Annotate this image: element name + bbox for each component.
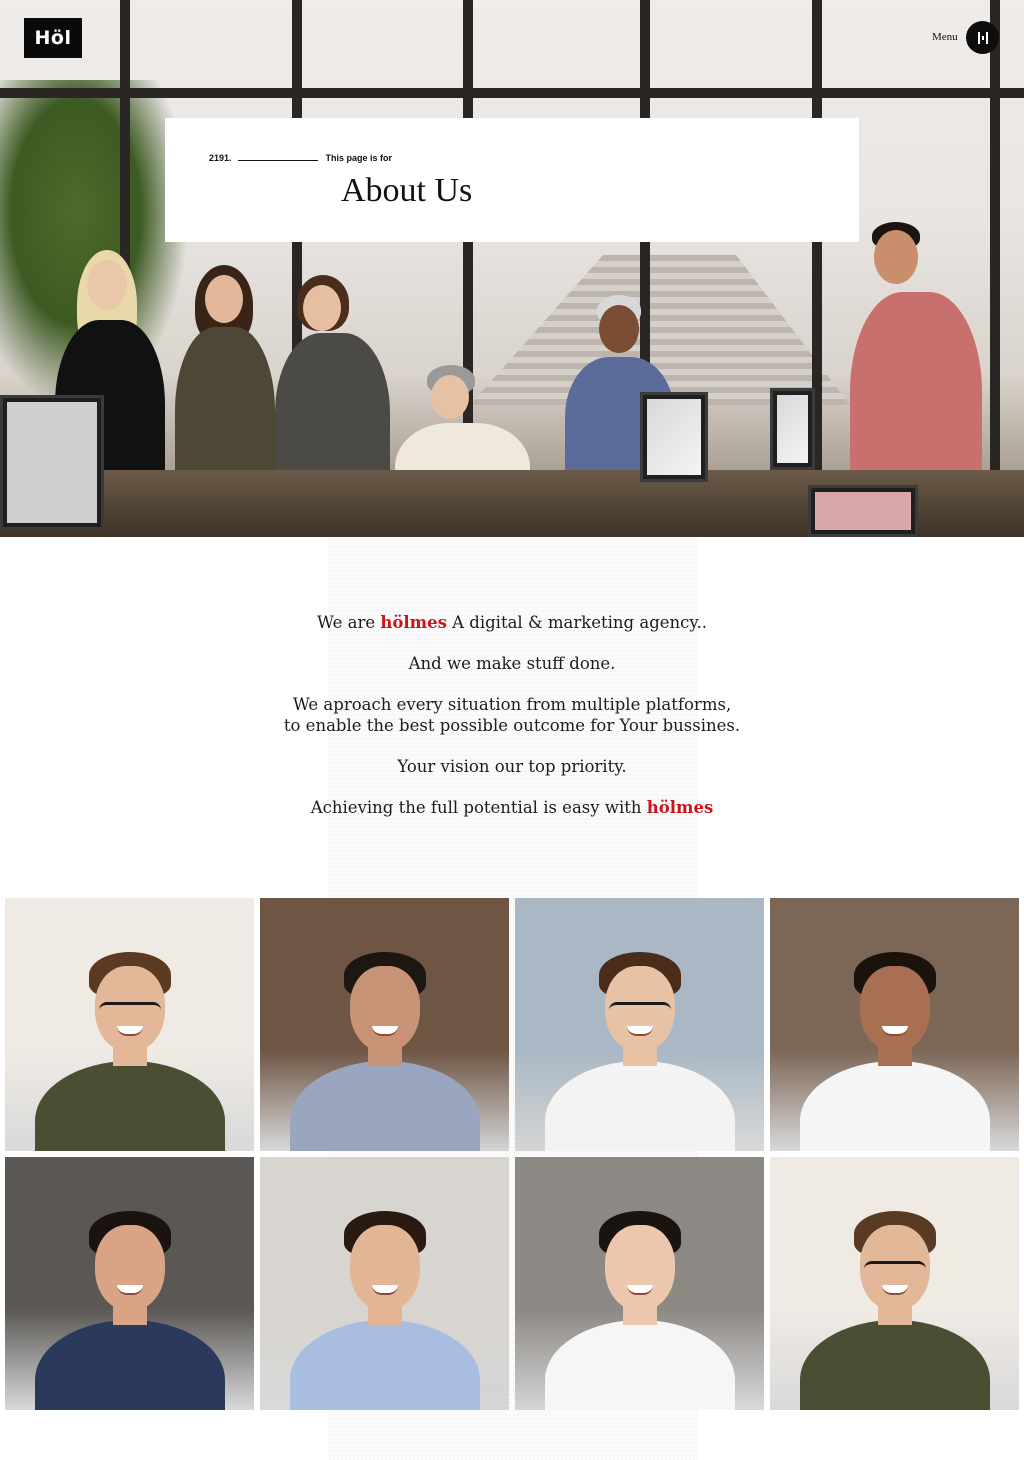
eyebrow-text: This page is for	[325, 153, 393, 163]
team-member-photo	[5, 898, 254, 1151]
intro-line: Achieving the full potential is easy wit…	[0, 797, 1024, 818]
brand-name: hölmes	[646, 798, 714, 817]
team-member-photo	[260, 898, 509, 1151]
intro-line: to enable the best possible outcome for …	[283, 716, 741, 735]
hero-monitor	[770, 388, 815, 470]
team-member-photo	[515, 1157, 764, 1410]
intro-text: A digital & marketing agency..	[452, 613, 708, 632]
team-member-photo	[770, 1157, 1019, 1410]
page-title-card: 2191. This page is for About Us	[165, 118, 859, 242]
page-eyebrow: 2191. This page is for	[209, 153, 392, 163]
eyebrow-number: 2191.	[209, 153, 232, 163]
team-member-photo	[515, 898, 764, 1151]
window-frame	[0, 88, 1024, 98]
team-grid	[5, 898, 1019, 1410]
hero-image	[0, 0, 1024, 537]
brand-name: hölmes	[380, 613, 447, 632]
menu-label[interactable]: Menu	[932, 31, 958, 43]
intro-text: We are	[316, 613, 376, 632]
team-member-photo	[5, 1157, 254, 1410]
site-logo[interactable]: Höl	[24, 18, 82, 58]
page-title: About Us	[341, 172, 473, 209]
team-member-photo	[260, 1157, 509, 1410]
team-member-photo	[770, 898, 1019, 1151]
hamburger-icon	[977, 31, 988, 44]
eyebrow-rule	[237, 159, 318, 161]
window-frame	[990, 0, 1000, 537]
hero-monitor	[640, 392, 708, 482]
intro-line: And we make stuff done.	[408, 654, 616, 673]
hero-monitor	[0, 395, 104, 530]
intro-line: We are hölmes A digital & marketing agen…	[0, 612, 1024, 633]
intro-text: Achieving the full potential is easy wit…	[310, 798, 642, 817]
menu-button[interactable]	[966, 21, 999, 54]
intro-line: We aproach every situation from multiple…	[292, 695, 732, 714]
logo-text: Höl	[34, 27, 72, 49]
intro-line: Your vision our top priority.	[397, 757, 627, 776]
hero-laptop	[808, 485, 918, 537]
